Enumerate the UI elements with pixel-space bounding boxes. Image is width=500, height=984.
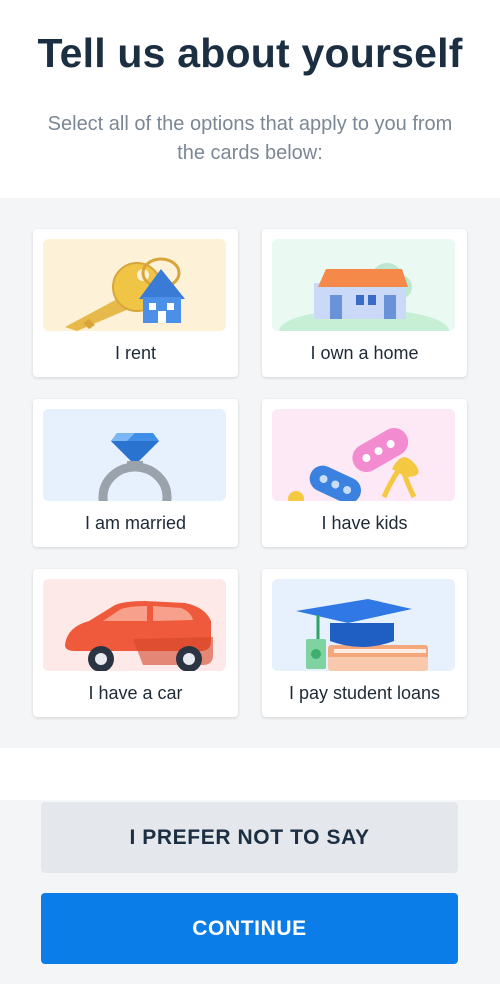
- option-card-student-loans[interactable]: I pay student loans: [262, 569, 467, 717]
- ring-icon: [43, 409, 226, 501]
- option-card-married[interactable]: I am married: [33, 399, 238, 547]
- page-subtitle: Select all of the options that apply to …: [47, 113, 453, 164]
- option-label: I am married: [84, 513, 187, 533]
- house-icon: [272, 239, 455, 331]
- option-label: I have kids: [321, 513, 408, 533]
- spacer: [0, 748, 500, 800]
- option-card-car[interactable]: I have a car: [33, 569, 238, 717]
- option-card-own-home[interactable]: I own a home: [262, 229, 467, 377]
- keys-house-icon: [43, 239, 226, 331]
- header: Tell us about yourself Select all of the…: [0, 0, 500, 198]
- option-label: I have a car: [88, 683, 183, 703]
- page-title: Tell us about yourself: [37, 30, 463, 76]
- prefer-not-to-say-button[interactable]: I PREFER NOT TO SAY: [41, 802, 458, 873]
- option-card-rent[interactable]: I rent: [33, 229, 238, 377]
- options-grid: I rent I own a home I am married I have …: [0, 198, 500, 748]
- car-icon: [43, 579, 226, 671]
- footer-actions: I PREFER NOT TO SAY CONTINUE: [0, 800, 500, 984]
- graduation-cap-icon: [272, 579, 455, 671]
- option-label: I pay student loans: [288, 683, 441, 703]
- rattle-icon: [272, 409, 455, 501]
- option-card-kids[interactable]: I have kids: [262, 399, 467, 547]
- option-label: I own a home: [310, 343, 419, 363]
- continue-button[interactable]: CONTINUE: [41, 893, 458, 964]
- option-label: I rent: [114, 343, 157, 363]
